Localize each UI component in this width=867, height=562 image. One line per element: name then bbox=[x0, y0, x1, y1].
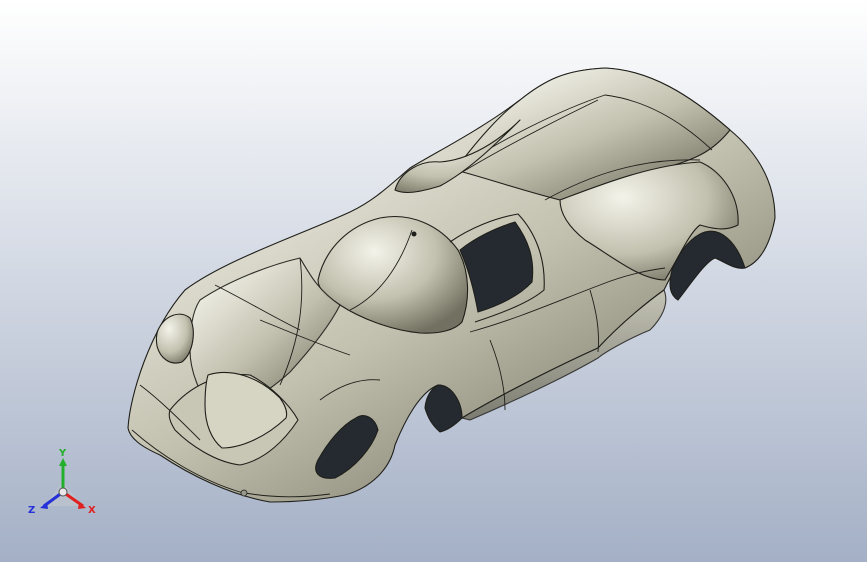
graphics-viewport[interactable]: Y Z X bbox=[0, 0, 867, 562]
y-axis-label: Y bbox=[58, 448, 67, 459]
orientation-triad[interactable]: Y Z X bbox=[20, 446, 106, 526]
canopy-pivot-point bbox=[411, 231, 417, 237]
x-axis-label: X bbox=[88, 505, 96, 516]
x-axis-arrow bbox=[78, 502, 86, 509]
triad-origin bbox=[58, 487, 68, 497]
nose-marker bbox=[240, 489, 248, 497]
model-scene[interactable] bbox=[0, 0, 867, 562]
z-axis-label: Z bbox=[28, 505, 35, 516]
y-axis-arrow bbox=[59, 458, 67, 466]
z-axis-arrow bbox=[40, 502, 48, 509]
